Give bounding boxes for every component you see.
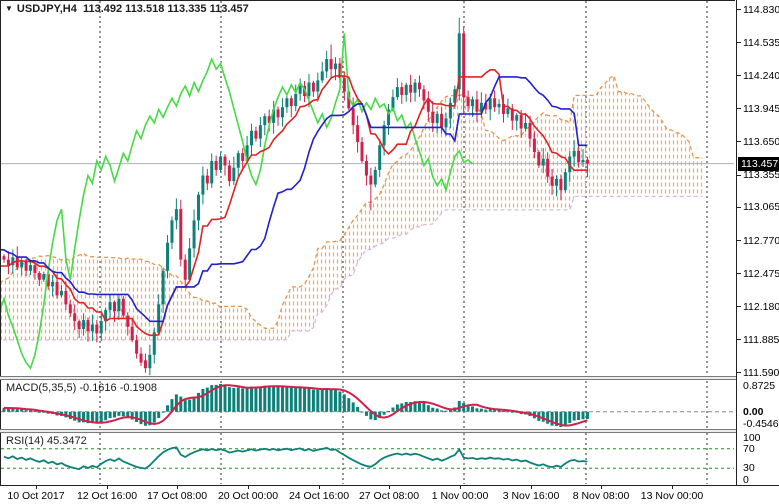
time-axis-label: 10 Oct 2017 [7,490,64,502]
price-axis-tick [737,339,741,340]
time-axis-tick [531,486,532,489]
rsi-axis-label: 70 [743,443,755,455]
price-axis-label: 113.650 [743,136,779,148]
price-axis-tick [737,175,741,176]
symbol-dropdown-icon[interactable]: ▼ [5,4,13,13]
time-axis-tick [36,486,37,489]
price-axis-tick [737,42,741,43]
price-axis-tick [737,306,741,307]
chart-title: ▼ USDJPY,H4 113.492 113.518 113.335 113.4… [5,3,249,15]
price-axis-label: 112.770 [743,235,779,247]
time-axis-tick [672,486,673,489]
price-axis-label: 111.590 [743,367,779,379]
price-axis-label: 112.180 [743,301,779,313]
rsi-indicator-label: RSI(14) 45.3472 [6,435,87,447]
time-axis-tick [389,486,390,489]
price-axis-label: 113.355 [743,169,779,181]
price-axis-label: 113.945 [743,103,779,115]
time-axis-tick [319,486,320,489]
price-axis-label: 111.885 [743,334,779,346]
time-axis[interactable]: 10 Oct 2017 12 Oct 16:00 17 Oct 08:00 20 Oc… [0,485,779,504]
price-axis-tick [737,9,741,10]
symbol-period-label: USDJPY,H4 [17,3,77,15]
panel-divider[interactable] [0,376,779,380]
price-axis-tick [737,108,741,109]
chart-canvas[interactable] [0,0,736,485]
macd-axis-label: 0.8725 [743,380,775,392]
time-axis-label: 8 Nov 08:00 [573,490,630,502]
price-axis-tick [737,75,741,76]
mt4-chart-window: ▼ USDJPY,H4 113.492 113.518 113.335 113.4… [0,0,779,504]
time-axis-label: 17 Oct 08:00 [147,490,207,502]
price-axis-tick [737,207,741,208]
price-axis-tick [737,273,741,274]
time-axis-tick [248,486,249,489]
macd-axis-label: -0.4546 [743,418,779,430]
price-axis-label: 114.240 [743,70,779,82]
time-axis-label: 1 Nov 00:00 [432,490,489,502]
price-axis-label: 114.535 [743,37,779,49]
price-axis-tick [737,240,741,241]
time-axis-label: 27 Oct 08:00 [359,490,419,502]
time-axis-label: 24 Oct 16:00 [289,490,349,502]
ohlc-quote: 113.492 113.518 113.335 113.457 [83,3,249,15]
macd-axis-label: 0.00 [743,406,763,418]
time-axis-label: 3 Nov 16:00 [503,490,560,502]
price-axis-label: 112.475 [743,268,779,280]
time-axis-tick [107,486,108,489]
price-axis[interactable]: 113.457 114.830114.535114.240113.945113.… [736,0,779,485]
panel-divider[interactable] [0,429,779,433]
price-axis-tick [737,141,741,142]
price-axis-tick [737,372,741,373]
time-axis-tick [177,486,178,489]
rsi-axis-label: 30 [743,462,755,474]
price-axis-label: 114.830 [743,4,779,16]
macd-indicator-label: MACD(5,35,5) -0.1616 -0.1908 [6,382,157,394]
time-axis-tick [601,486,602,489]
price-axis-label: 113.065 [743,201,779,213]
time-axis-label: 13 Nov 00:00 [641,490,703,502]
time-axis-tick [460,486,461,489]
time-axis-label: 20 Oct 00:00 [218,490,278,502]
time-axis-label: 12 Oct 16:00 [77,490,137,502]
